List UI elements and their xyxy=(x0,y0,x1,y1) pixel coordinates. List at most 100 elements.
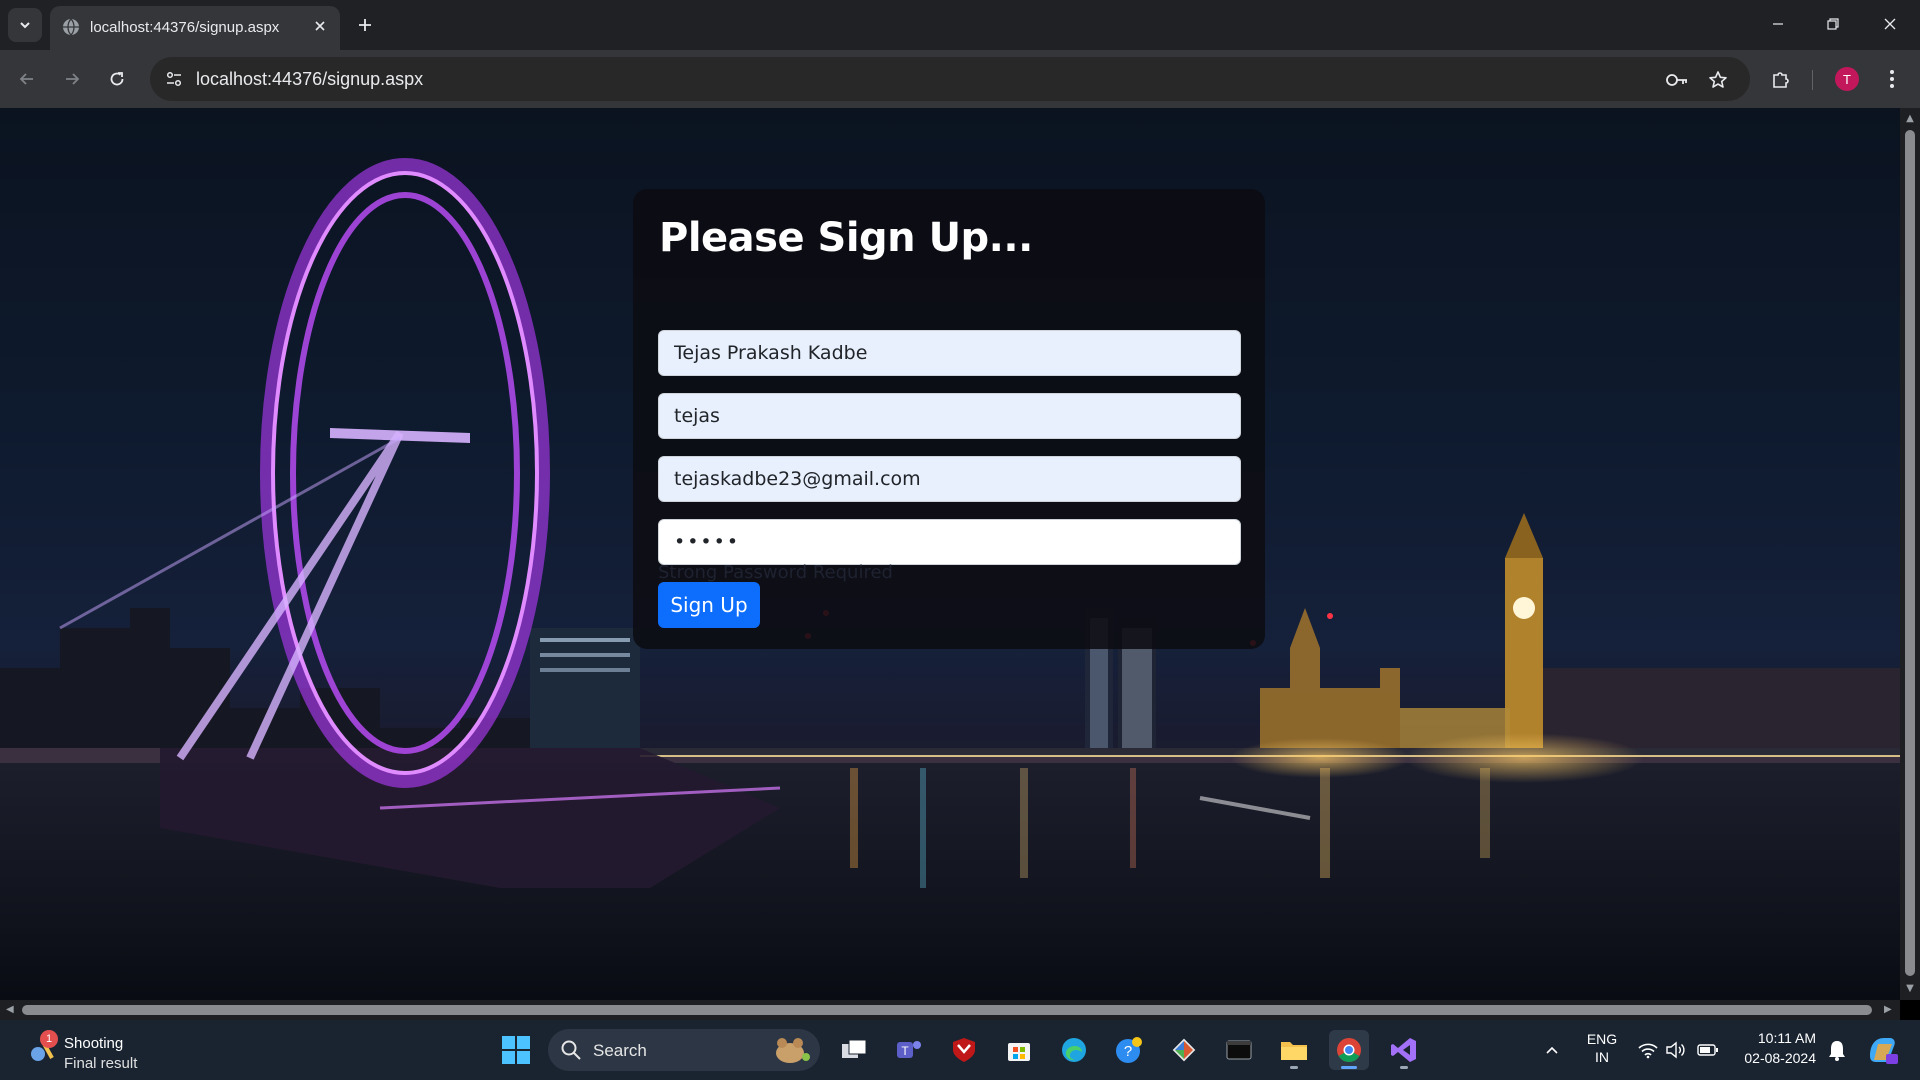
profile-avatar[interactable]: T xyxy=(1835,67,1859,91)
url-text[interactable]: localhost:44376/signup.aspx xyxy=(196,69,423,90)
horizontal-scroll-thumb[interactable] xyxy=(22,1005,1872,1015)
address-bar[interactable]: localhost:44376/signup.aspx xyxy=(150,57,1750,101)
running-indicator xyxy=(1290,1066,1298,1069)
widget-subtitle: Final result xyxy=(64,1055,138,1072)
new-tab-button[interactable] xyxy=(352,12,378,38)
windows-start-button[interactable] xyxy=(500,1034,532,1066)
battery-status[interactable] xyxy=(1696,1038,1720,1062)
vertical-scroll-thumb[interactable] xyxy=(1905,130,1915,976)
task-view-button[interactable] xyxy=(834,1030,874,1070)
edge-app[interactable] xyxy=(1054,1030,1094,1070)
news-widget[interactable]: 1 Shooting Final result xyxy=(24,1028,154,1072)
more-vertical-icon xyxy=(1890,70,1894,88)
vertical-scrollbar[interactable]: ▲ ▼ xyxy=(1900,108,1920,1000)
star-icon xyxy=(1709,71,1727,88)
windows-taskbar: 1 Shooting Final result Search T ? ENG I… xyxy=(0,1020,1920,1080)
get-help-app[interactable]: ? xyxy=(1109,1030,1149,1070)
page-title: Please Sign Up... xyxy=(659,215,1033,261)
folder-icon xyxy=(1281,1042,1307,1060)
chrome-app[interactable] xyxy=(1329,1030,1369,1070)
full-name-input[interactable] xyxy=(658,330,1241,376)
back-button[interactable] xyxy=(11,63,43,95)
close-icon xyxy=(1884,18,1896,30)
git-diamond-icon xyxy=(1172,1038,1196,1062)
visual-studio-icon xyxy=(1391,1038,1416,1062)
browser-toolbar: localhost:44376/signup.aspx T xyxy=(0,50,1920,108)
language-code: ENG xyxy=(1586,1031,1618,1047)
svg-text:T: T xyxy=(901,1044,909,1058)
site-info-button[interactable] xyxy=(160,65,188,93)
close-window-button[interactable] xyxy=(1870,8,1910,40)
key-icon xyxy=(1666,74,1687,86)
show-hidden-icons-button[interactable] xyxy=(1540,1038,1564,1062)
page-viewport: Please Sign Up... Strong Password Requir… xyxy=(0,108,1900,1000)
browser-menu-button[interactable] xyxy=(1877,64,1907,94)
reload-button[interactable] xyxy=(101,63,133,95)
browser-tab[interactable]: localhost:44376/signup.aspx xyxy=(50,6,340,50)
microsoft-store-app[interactable] xyxy=(999,1030,1039,1070)
file-explorer-app[interactable] xyxy=(1274,1030,1314,1070)
password-input[interactable] xyxy=(658,519,1241,565)
extensions-button[interactable] xyxy=(1766,64,1796,94)
scroll-right-arrow-icon[interactable]: ▶ xyxy=(1884,1005,1894,1015)
arrow-left-icon xyxy=(19,73,33,85)
tab-title: localhost:44376/signup.aspx xyxy=(90,19,280,36)
help-icon: ? xyxy=(1116,1037,1142,1063)
terminal-app[interactable] xyxy=(1219,1030,1259,1070)
search-highlight-art-icon xyxy=(776,1038,810,1063)
input-language-indicator[interactable]: ENG IN xyxy=(1585,1030,1619,1066)
visual-studio-app[interactable] xyxy=(1384,1030,1424,1070)
tab-close-button[interactable] xyxy=(310,16,330,36)
globe-icon xyxy=(63,18,79,36)
sign-up-button[interactable]: Sign Up xyxy=(658,582,760,628)
restore-icon xyxy=(1827,18,1839,30)
volume-status[interactable] xyxy=(1664,1038,1688,1062)
mcafee-app[interactable] xyxy=(944,1030,984,1070)
search-label: Search xyxy=(593,1041,647,1060)
wifi-status[interactable] xyxy=(1636,1038,1660,1062)
running-indicator xyxy=(1400,1066,1408,1069)
copilot-icon[interactable] xyxy=(1864,1032,1900,1068)
forward-button[interactable] xyxy=(56,63,88,95)
bookmark-button[interactable] xyxy=(1705,67,1731,93)
reload-icon xyxy=(110,72,124,86)
wifi-icon xyxy=(1638,1043,1658,1059)
store-icon xyxy=(1008,1043,1030,1061)
system-clock[interactable]: 10:11 AM 02-08-2024 xyxy=(1730,1028,1816,1068)
scroll-up-arrow-icon[interactable]: ▲ xyxy=(1905,114,1915,124)
restore-button[interactable] xyxy=(1813,8,1853,40)
widget-title: Shooting xyxy=(64,1035,124,1052)
taskbar-search-box[interactable]: Search xyxy=(548,1029,820,1071)
chrome-icon xyxy=(1337,1038,1361,1063)
username-input[interactable] xyxy=(658,393,1241,439)
git-app[interactable] xyxy=(1164,1030,1204,1070)
scroll-left-arrow-icon[interactable]: ◀ xyxy=(6,1005,16,1015)
toolbar-divider xyxy=(1812,70,1813,90)
widget-badge: 1 xyxy=(40,1030,58,1048)
tab-strip: localhost:44376/signup.aspx xyxy=(0,0,1920,50)
plus-icon xyxy=(359,19,371,31)
tune-icon xyxy=(166,71,182,87)
speaker-icon xyxy=(1666,1041,1685,1059)
horizontal-scrollbar[interactable]: ◀ ▶ xyxy=(0,1000,1900,1020)
minimize-button[interactable] xyxy=(1758,8,1798,40)
edge-icon xyxy=(1062,1038,1086,1062)
scroll-down-arrow-icon[interactable]: ▼ xyxy=(1905,984,1915,994)
notification-bell-icon[interactable] xyxy=(1826,1038,1848,1062)
arrow-right-icon xyxy=(66,73,80,85)
teams-icon: T xyxy=(897,1041,921,1058)
teams-app[interactable]: T xyxy=(889,1030,929,1070)
running-indicator xyxy=(1341,1066,1357,1069)
signup-card: Please Sign Up... Strong Password Requir… xyxy=(633,189,1265,649)
search-icon xyxy=(561,1040,581,1060)
clock-date: 02-08-2024 xyxy=(1744,1050,1816,1066)
email-input[interactable] xyxy=(658,456,1241,502)
region-code: IN xyxy=(1595,1049,1609,1065)
puzzle-icon xyxy=(1773,72,1789,88)
password-key-button[interactable] xyxy=(1664,67,1690,93)
mcafee-shield-icon xyxy=(953,1038,975,1062)
tab-search-button[interactable] xyxy=(8,8,42,42)
minimize-icon xyxy=(1773,23,1783,25)
chevron-down-icon xyxy=(20,22,30,29)
terminal-icon xyxy=(1226,1040,1252,1060)
